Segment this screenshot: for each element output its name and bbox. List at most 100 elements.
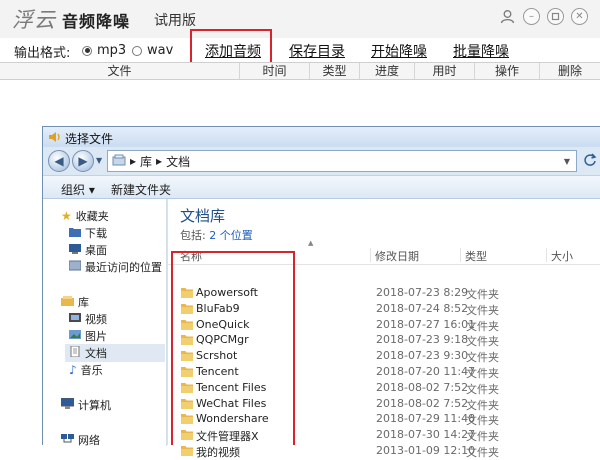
breadcrumb-separator: ▸ (130, 154, 137, 168)
breadcrumb-documents[interactable]: 文档 (166, 153, 190, 170)
computer-icon (60, 397, 75, 412)
desktop-icon (69, 243, 81, 257)
file-modified-date: 2018-07-20 11:47 (376, 365, 476, 378)
nav-label: 桌面 (85, 244, 107, 257)
column-header-type[interactable]: 类型 (310, 63, 360, 79)
file-modified-date: 2018-07-30 14:27 (376, 428, 476, 442)
format-option-label: mp3 (97, 43, 127, 58)
navigation-pane: ★ 收藏夹 下载 桌面 最近访问的位置 库 视频 图片 文档 ♪ 音乐 计算机 … (43, 199, 167, 449)
nav-documents-selected[interactable]: 文档 (65, 344, 165, 362)
file-modified-date: 2018-07-23 9:18 (376, 333, 469, 347)
command-bar: 组织 ▾ 新建文件夹 (43, 175, 600, 199)
nav-label: 音乐 (80, 364, 103, 377)
nav-label: 网络 (78, 434, 100, 447)
file-type: 文件夹 (466, 319, 499, 333)
file-type: 文件夹 (466, 414, 499, 428)
file-modified-date: 2018-08-02 7:52 (376, 380, 469, 394)
batch-denoise-button[interactable]: 批量降噪 (453, 41, 509, 61)
file-modified-date: 2018-07-27 16:01 (376, 317, 476, 331)
nav-favorites[interactable]: ★ 收藏夹 (61, 207, 109, 225)
close-icon[interactable]: ✕ (571, 8, 588, 25)
file-modified-date: 2018-08-02 7:52 (376, 396, 469, 410)
nav-label: 库 (78, 296, 89, 309)
downloads-folder-icon (69, 226, 81, 240)
edition-label: 试用版 (154, 13, 196, 29)
column-header-file[interactable]: 文件 (0, 63, 240, 79)
nav-network[interactable]: 网络 (61, 431, 100, 449)
file-modified-date: 2018-07-29 11:48 (376, 412, 476, 426)
video-library-icon (69, 312, 81, 326)
nav-videos[interactable]: 视频 (69, 310, 107, 328)
column-header-action[interactable]: 操作 (475, 63, 540, 79)
refresh-icon[interactable] (583, 153, 597, 170)
file-modified-date: 2018-07-23 9:30 (376, 349, 469, 363)
speaker-icon (48, 131, 62, 146)
file-type: 文件夹 (466, 335, 499, 349)
file-type: 文件夹 (466, 288, 499, 301)
music-library-icon: ♪ (69, 363, 77, 377)
file-type: 文件夹 (466, 382, 499, 396)
radio-unchecked-icon (132, 45, 142, 56)
pictures-library-icon (69, 329, 81, 343)
radio-checked-icon (82, 45, 92, 56)
documents-library-icon (69, 345, 81, 360)
column-header-duration[interactable]: 用时 (415, 63, 475, 79)
file-type: 文件夹 (466, 351, 499, 365)
file-type: 文件夹 (466, 430, 499, 444)
star-icon: ★ (61, 209, 72, 223)
user-icon[interactable] (499, 8, 516, 25)
file-modified-date: 2013-01-09 12:10 (376, 444, 476, 457)
includes-locations-link[interactable]: 2 个位置 (209, 229, 253, 242)
column-header-progress[interactable]: 进度 (360, 63, 415, 79)
address-bar[interactable]: ▸ 库 ▸ 文档 ▼ (107, 150, 577, 172)
file-modified-date: 2018-07-24 8:52 (376, 301, 469, 315)
list-header-type[interactable]: 类型 (460, 248, 487, 263)
nav-pictures[interactable]: 图片 (69, 327, 107, 345)
recent-places-icon (68, 260, 82, 274)
organize-menu-button[interactable]: 组织 ▾ (61, 181, 95, 198)
app-logo: 浮云 (12, 8, 56, 32)
column-header-delete[interactable]: 删除 (540, 63, 600, 79)
start-denoise-button[interactable]: 开始降噪 (371, 41, 427, 61)
dialog-title-bar: 选择文件 (43, 127, 600, 147)
nav-desktop[interactable]: 桌面 (69, 241, 107, 259)
app-name: 音频降噪 (62, 12, 131, 31)
library-icon (61, 295, 74, 309)
nav-label: 收藏夹 (75, 210, 109, 223)
nav-computer[interactable]: 计算机 (60, 396, 111, 414)
file-list-row[interactable]: 我的视频 2013-01-09 12:10 文件夹 (168, 443, 600, 459)
format-radio-wav[interactable]: wav (132, 43, 173, 58)
back-arrow-icon[interactable]: ◀ (48, 150, 70, 172)
format-radio-mp3[interactable]: mp3 (82, 43, 126, 58)
address-dropdown-icon[interactable]: ▼ (564, 157, 570, 166)
folder-icon (181, 445, 193, 459)
title-bar: 浮云 音频降噪 试用版 – ✕ (0, 0, 600, 38)
file-table-header: 文件 时间 类型 进度 用时 操作 删除 (0, 62, 600, 80)
nav-label: 文档 (85, 347, 107, 360)
new-folder-button[interactable]: 新建文件夹 (111, 181, 171, 198)
column-header-time[interactable]: 时间 (240, 63, 310, 79)
file-name: 我的视频 (196, 446, 240, 459)
minimize-icon[interactable]: – (523, 8, 540, 25)
nav-libraries[interactable]: 库 (61, 293, 89, 311)
nav-recent-places[interactable]: 最近访问的位置 (68, 258, 162, 276)
address-row: ◀ ▶ ▼ ▸ 库 ▸ 文档 ▼ (43, 147, 600, 175)
breadcrumb-library[interactable]: 库 (140, 153, 152, 170)
save-directory-button[interactable]: 保存目录 (289, 41, 345, 61)
library-subtitle: 包括: 2 个位置 (180, 227, 253, 243)
nav-label: 图片 (85, 330, 107, 343)
history-dropdown-icon[interactable]: ▼ (96, 156, 102, 165)
nav-music[interactable]: ♪ 音乐 (69, 361, 103, 379)
forward-arrow-icon[interactable]: ▶ (72, 150, 94, 172)
format-label: 输出格式: (14, 46, 71, 61)
list-header-size[interactable]: 大小 (546, 248, 573, 263)
format-option-label: wav (147, 43, 174, 58)
highlight-box-file-list (171, 251, 295, 445)
file-type: 文件夹 (466, 367, 499, 380)
nav-downloads[interactable]: 下载 (69, 224, 107, 242)
toolbar: 输出格式: mp3 wav 添加音频 保存目录 开始降噪 批量降噪 (0, 38, 600, 62)
maximize-icon[interactable] (547, 8, 564, 25)
list-header-modified[interactable]: 修改日期 (370, 248, 419, 263)
file-type: 文件夹 (466, 446, 499, 459)
nav-label: 视频 (85, 313, 107, 326)
